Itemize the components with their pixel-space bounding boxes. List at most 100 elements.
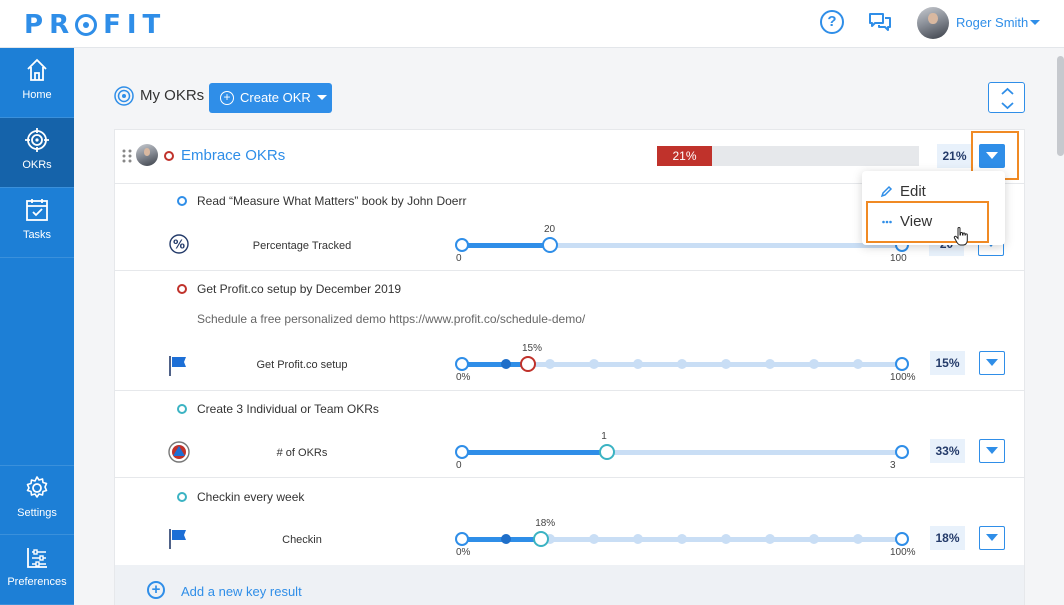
- expand-collapse-button[interactable]: [988, 82, 1025, 113]
- metric-name: Checkin: [282, 534, 322, 546]
- progress-slider[interactable]: 1 0 3: [455, 431, 909, 477]
- metric-name: # of OKRs: [276, 447, 328, 459]
- key-result-row: Get Profit.co setup by December 2019 Sch…: [115, 271, 1024, 391]
- key-result-title[interactable]: Checkin every week: [197, 490, 304, 504]
- okr-target-icon: [114, 86, 134, 106]
- sidebar-item-preferences[interactable]: Preferences: [0, 535, 74, 605]
- highlight-frame: [866, 201, 989, 243]
- slider-track[interactable]: [462, 450, 902, 455]
- slider-max-label: 3: [890, 460, 896, 471]
- slider-step-dot[interactable]: [633, 534, 643, 544]
- drag-handle-icon[interactable]: [122, 149, 132, 163]
- slider-value-label: 1: [601, 431, 607, 442]
- key-result-dropdown-button[interactable]: [979, 526, 1005, 550]
- slider-start-handle: [455, 238, 469, 252]
- tasks-icon: [26, 199, 48, 221]
- user-menu[interactable]: Roger Smith: [956, 15, 1041, 30]
- plus-circle-icon: +: [220, 91, 234, 105]
- key-result-percent: 18%: [930, 526, 965, 550]
- sidebar-item-home[interactable]: Home: [0, 48, 74, 118]
- slider-end-handle: [895, 357, 909, 371]
- slider-step-dot[interactable]: [589, 534, 599, 544]
- scrollbar[interactable]: [1057, 56, 1064, 156]
- status-dot: [177, 492, 187, 502]
- slider-min-label: 0%: [456, 372, 471, 383]
- progress-slider[interactable]: 20 0 100: [455, 224, 909, 270]
- slider-max-label: 100%: [890, 372, 916, 383]
- slider-value-handle[interactable]: [533, 531, 550, 547]
- flag-icon: [168, 355, 190, 382]
- user-avatar[interactable]: [917, 7, 949, 39]
- slider-max-label: 100%: [890, 547, 916, 558]
- progress-slider[interactable]: 18% 0% 100%: [455, 518, 916, 564]
- add-key-result-link[interactable]: Add a new key result: [181, 584, 302, 599]
- sidebar-item-okrs[interactable]: OKRs: [0, 118, 74, 188]
- slider-track[interactable]: [462, 243, 902, 248]
- slider-value-label: 15%: [522, 343, 543, 354]
- slider-step-dot[interactable]: [809, 534, 819, 544]
- create-okr-button[interactable]: + Create OKR: [209, 83, 332, 113]
- slider-value-handle[interactable]: [542, 237, 558, 253]
- page-title: My OKRs: [140, 87, 205, 104]
- sliders-icon: [27, 548, 47, 568]
- slider-min-label: 0: [456, 460, 462, 471]
- slider-min-label: 0: [456, 253, 462, 264]
- menu-item-label: Edit: [900, 183, 926, 200]
- expand-icon: [1001, 87, 1014, 110]
- key-result-row: Create 3 Individual or Team OKRs # of OK…: [115, 391, 1024, 478]
- metric-name: Get Profit.co setup: [256, 359, 348, 371]
- slider-step-dot[interactable]: [501, 534, 511, 544]
- help-icon[interactable]: ?: [820, 10, 844, 34]
- sidebar-item-label: OKRs: [22, 159, 52, 171]
- slider-step-dot[interactable]: [721, 359, 731, 369]
- profit-logo[interactable]: PR FIT: [24, 10, 166, 40]
- key-result-dropdown-button[interactable]: [979, 351, 1005, 375]
- sidebar-item-label: Tasks: [22, 229, 52, 241]
- slider-value-label: 18%: [535, 518, 556, 529]
- objective-progress-fill: 21%: [657, 146, 713, 166]
- sidebar-item-label: Home: [22, 89, 52, 101]
- slider-value-handle[interactable]: [520, 356, 536, 372]
- slider-step-dot[interactable]: [853, 534, 863, 544]
- sidebar: Home OKRs Tasks Settings Preferences: [0, 48, 74, 605]
- slider-step-dot[interactable]: [633, 359, 643, 369]
- slider-step-dot[interactable]: [677, 359, 687, 369]
- slider-max-label: 100: [890, 253, 907, 264]
- metric-name: Percentage Tracked: [252, 240, 352, 252]
- slider-step-dot[interactable]: [677, 534, 687, 544]
- key-result-dropdown-button[interactable]: [979, 439, 1005, 463]
- add-key-result-row[interactable]: + Add a new key result: [115, 565, 1024, 605]
- slider-fill: [462, 362, 528, 367]
- key-result-title[interactable]: Create 3 Individual or Team OKRs: [197, 402, 379, 416]
- sidebar-item-label: Settings: [17, 507, 57, 519]
- objective-title[interactable]: Embrace OKRs: [181, 147, 285, 164]
- slider-step-dot[interactable]: [765, 534, 775, 544]
- slider-start-handle: [455, 445, 469, 459]
- chat-icon[interactable]: [868, 11, 892, 33]
- slider-step-dot[interactable]: [545, 359, 555, 369]
- plus-circle-icon: +: [147, 581, 165, 599]
- status-dot: [164, 151, 174, 161]
- key-result-title[interactable]: Read “Measure What Matters” book by John…: [197, 194, 466, 208]
- slider-value-handle[interactable]: [599, 444, 616, 460]
- key-result-description: Schedule a free personalized demo https:…: [197, 312, 586, 326]
- chevron-down-icon: [1030, 20, 1041, 25]
- sidebar-item-settings[interactable]: Settings: [0, 465, 74, 535]
- key-result-title[interactable]: Get Profit.co setup by December 2019: [197, 282, 401, 296]
- slider-step-dot[interactable]: [853, 359, 863, 369]
- top-header: PR FIT ? Roger Smith: [0, 0, 1064, 48]
- slider-step-dot[interactable]: [765, 359, 775, 369]
- slider-step-dot[interactable]: [721, 534, 731, 544]
- slider-step-dot[interactable]: [589, 359, 599, 369]
- flag-icon: [168, 528, 190, 555]
- objective-percent: 21%: [937, 144, 972, 168]
- slider-step-dot[interactable]: [809, 359, 819, 369]
- sidebar-item-tasks[interactable]: Tasks: [0, 188, 74, 258]
- triangle-icon: [168, 441, 190, 468]
- slider-step-dot[interactable]: [501, 359, 511, 369]
- sidebar-item-label: Preferences: [7, 576, 67, 588]
- hand-cursor-icon: [953, 226, 968, 246]
- key-result-percent: 15%: [930, 351, 965, 375]
- progress-slider[interactable]: 15% 0% 100%: [455, 343, 916, 389]
- owner-avatar: [136, 144, 158, 166]
